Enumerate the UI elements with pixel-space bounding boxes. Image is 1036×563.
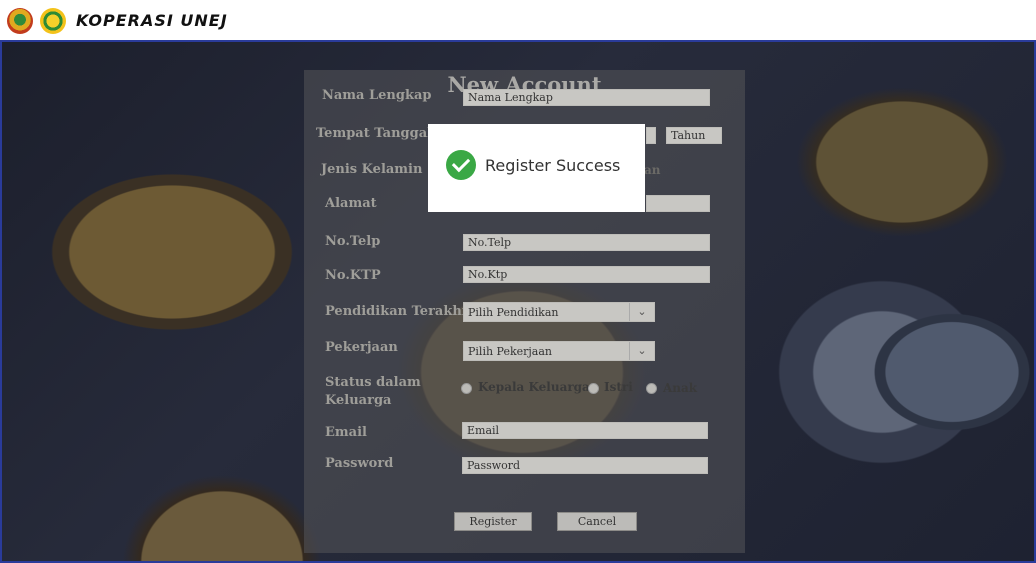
- background-stage: New Account Nama Lengkap Nama Lengkap Te…: [0, 40, 1036, 563]
- label-email: Email: [325, 425, 367, 440]
- label-pendidikan: Pendidikan Terakhir: [325, 304, 474, 319]
- label-status-line1: Status dalam: [325, 375, 421, 390]
- cancel-button[interactable]: Cancel: [557, 512, 637, 531]
- chevron-down-icon[interactable]: ⌄: [629, 303, 654, 321]
- radio-label-anak: Anak: [663, 381, 698, 395]
- pekerjaan-select[interactable]: Pilih Pekerjaan ⌄: [463, 341, 655, 361]
- pendidikan-select[interactable]: Pilih Pendidikan ⌄: [463, 302, 655, 322]
- register-button[interactable]: Register: [454, 512, 532, 531]
- radio-label-kepala-keluarga: Kepala Keluarga: [478, 380, 590, 394]
- ktp-field[interactable]: No.Ktp: [463, 266, 710, 283]
- label-jenis-kelamin: Jenis Kelamin: [321, 162, 423, 177]
- dialog-message: Register Success: [485, 156, 621, 175]
- radio-istri[interactable]: [588, 383, 599, 394]
- tanggal-field[interactable]: [646, 127, 656, 144]
- nama-field[interactable]: Nama Lengkap: [463, 89, 710, 106]
- brand-name: KOPERASI UNEJ: [76, 11, 228, 30]
- register-success-dialog: Register Success: [428, 124, 645, 212]
- label-nama: Nama Lengkap: [322, 88, 432, 103]
- alamat-field[interactable]: [646, 195, 710, 212]
- radio-label-istri: Istri: [604, 380, 633, 394]
- label-alamat: Alamat: [325, 196, 377, 211]
- telp-field[interactable]: No.Telp: [463, 234, 710, 251]
- tahun-field[interactable]: Tahun: [666, 127, 722, 144]
- pekerjaan-select-value: Pilih Pekerjaan: [468, 345, 552, 358]
- chevron-down-icon[interactable]: ⌄: [629, 342, 654, 360]
- radio-anak[interactable]: [646, 383, 657, 394]
- label-password: Password: [325, 456, 394, 471]
- koperasi-logo-icon: [7, 8, 33, 34]
- gender-option-partial[interactable]: an: [644, 163, 661, 177]
- label-status-line2: Keluarga: [325, 393, 392, 408]
- password-field[interactable]: Password: [462, 457, 708, 474]
- pendidikan-select-value: Pilih Pendidikan: [468, 306, 559, 319]
- label-ttl: Tempat Tanggal Lahir: [316, 126, 432, 141]
- label-pekerjaan: Pekerjaan: [325, 340, 398, 355]
- unej-logo-icon: [40, 8, 66, 34]
- label-ktp: No.KTP: [325, 268, 381, 283]
- radio-kepala-keluarga[interactable]: [461, 383, 472, 394]
- label-telp: No.Telp: [325, 234, 381, 249]
- check-circle-icon: [446, 150, 476, 180]
- email-field[interactable]: Email: [462, 422, 708, 439]
- app-header: KOPERASI UNEJ: [0, 0, 1036, 40]
